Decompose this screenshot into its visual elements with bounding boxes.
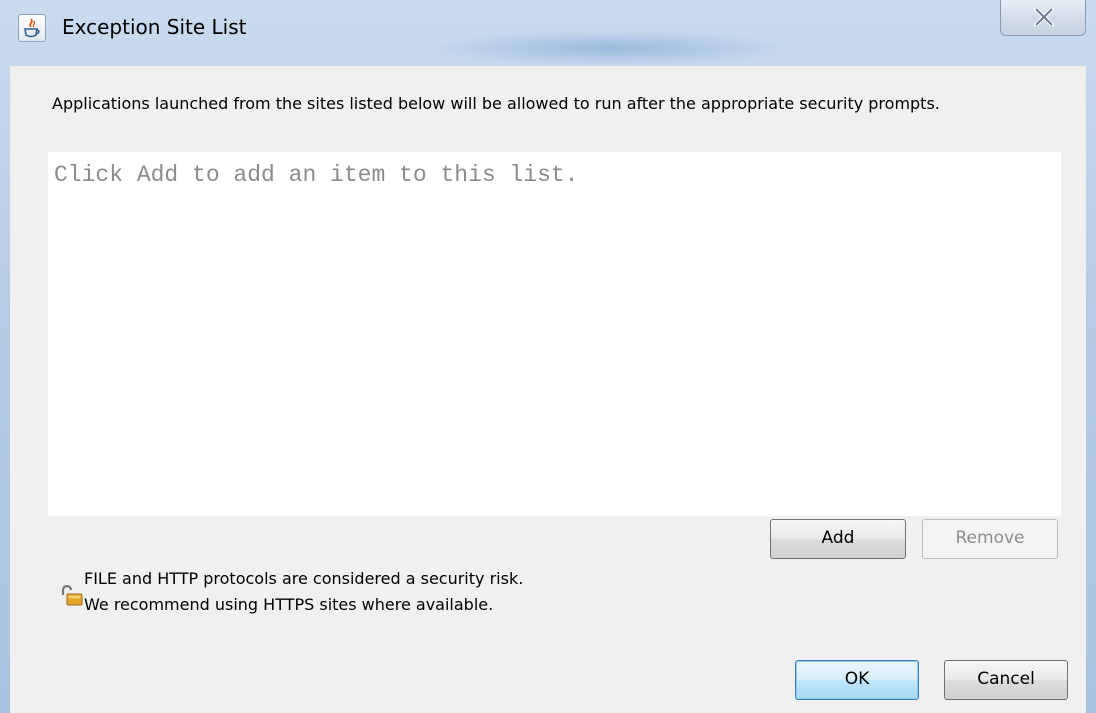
window-title: Exception Site List <box>62 15 247 39</box>
close-button[interactable] <box>1000 0 1086 36</box>
security-warning: FILE and HTTP protocols are considered a… <box>84 566 523 618</box>
cancel-button[interactable]: Cancel <box>944 660 1068 700</box>
ok-button[interactable]: OK <box>795 660 919 700</box>
java-icon[interactable] <box>18 14 46 42</box>
remove-button[interactable]: Remove <box>922 519 1058 559</box>
unlocked-padlock-icon <box>60 584 84 611</box>
site-list-empty-text: Click Add to add an item to this list. <box>54 162 579 188</box>
security-warning-line-1: FILE and HTTP protocols are considered a… <box>84 569 524 588</box>
site-list[interactable] <box>48 152 1061 516</box>
security-warning-line-2: We recommend using HTTPS sites where ava… <box>84 595 494 614</box>
close-icon <box>1034 8 1054 26</box>
add-button[interactable]: Add <box>770 519 906 559</box>
description-text: Applications launched from the sites lis… <box>52 94 940 113</box>
title-bar[interactable]: Exception Site List <box>0 0 1096 66</box>
title-bar-glow <box>430 30 790 66</box>
